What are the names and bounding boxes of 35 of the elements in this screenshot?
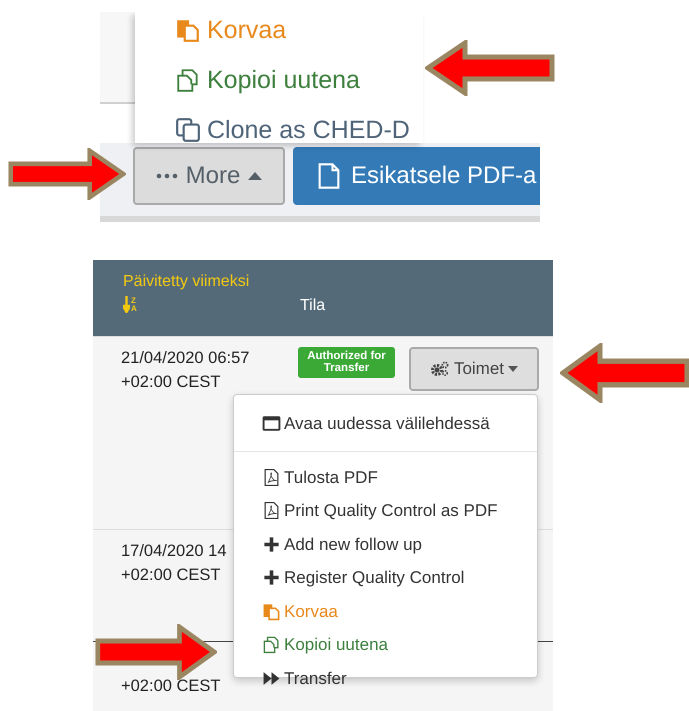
timezone-text: +02:00 CEST [121,676,221,697]
dots-icon [156,173,178,179]
column-header[interactable]: Tila [300,294,326,318]
plus-icon [262,568,281,588]
timezone-text: +02:00 CEST [121,372,221,393]
column-header[interactable]: Päivitetty viimeksi [123,270,250,294]
caret-icon [248,172,262,180]
menu-item[interactable]: Register Quality Control [234,561,537,594]
menu-item[interactable]: Transfer [234,662,537,695]
menu-item[interactable]: Print Quality Control as PDF [234,494,537,528]
arrow-annotation-icon [95,624,217,680]
copy-icon [262,635,281,654]
menu-item[interactable]: Avaa uudessa välilehdessä [234,407,537,440]
menu-item[interactable]: Kopioi uutena [175,62,360,98]
actions-button[interactable]: Toimet [409,347,539,391]
more-button[interactable]: More [133,147,285,205]
plus-icon [262,534,281,554]
menu-item[interactable]: Tulosta PDF [234,460,537,494]
caret-icon [508,366,518,372]
arrow-annotation-icon [425,40,555,96]
gears-icon [430,360,450,378]
menu-item[interactable]: Clone as CHED-D [175,112,410,148]
arrow-annotation-icon [8,148,126,200]
menu-item[interactable]: Add new follow up [234,528,537,561]
menu-item[interactable]: Kopioi uutena [234,628,537,662]
timezone-text: +02:00 CEST [121,564,221,586]
date-text: 17/04/2020 14 [121,541,227,562]
status-label: Authorized for Transfer [298,347,395,378]
arrow-annotation-icon [560,343,689,403]
preview-pdf-button[interactable]: Esikatsele PDF-a [293,147,540,205]
pdf-file-icon [262,501,281,520]
pdf-file-icon [262,468,281,487]
date-text: 21/04/2020 06:57 [121,348,250,369]
clipboard-icon [262,602,281,621]
window-icon [262,414,281,434]
